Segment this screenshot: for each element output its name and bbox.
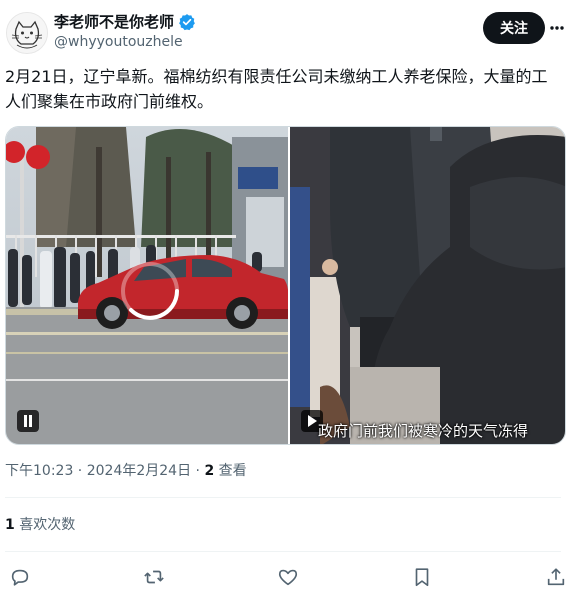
divider xyxy=(5,551,561,552)
verified-badge-icon[interactable] xyxy=(178,13,196,31)
video-player-1[interactable] xyxy=(6,127,288,444)
share-glyph xyxy=(547,568,565,586)
retweet-glyph xyxy=(144,570,164,584)
likes-row[interactable]: 1 喜欢次数 xyxy=(5,515,75,535)
tweet-header: 李老师不是你老师 @whyyoutouzhele 关注 xyxy=(0,0,566,60)
avatar[interactable] xyxy=(6,12,48,54)
author-display-name[interactable]: 李老师不是你老师 xyxy=(54,12,174,32)
retweet-icon[interactable] xyxy=(142,565,166,589)
follow-button[interactable]: 关注 xyxy=(483,12,545,44)
more-icon[interactable] xyxy=(550,18,564,38)
video-frame-street-scene xyxy=(6,127,288,444)
pause-icon xyxy=(24,415,32,427)
tweet-meta: 下午10:23 · 2024年2月24日 · 2 查看 xyxy=(5,461,247,481)
tweet-time[interactable]: 下午10:23 xyxy=(5,463,73,479)
video-frame-crowd-closeup xyxy=(290,127,565,444)
tweet-text: 2月21日，辽宁阜新。福棉纺织有限责任公司未缴纳工人养老保险，大量的工人们聚集在… xyxy=(5,67,548,111)
views-count: 2 xyxy=(204,463,215,479)
reply-icon[interactable] xyxy=(8,565,32,589)
name-row: 李老师不是你老师 xyxy=(54,12,196,32)
likes-count: 1 xyxy=(5,517,15,533)
more-dots-icon xyxy=(550,26,564,30)
play-icon xyxy=(308,415,317,427)
divider xyxy=(5,497,561,498)
views-label: 查看 xyxy=(214,463,247,479)
share-icon[interactable] xyxy=(544,565,566,589)
bookmark-icon[interactable] xyxy=(410,565,434,589)
heart-glyph xyxy=(278,569,298,586)
reply-glyph xyxy=(11,569,29,586)
media-grid: 政府门前我们被寒冷的天气冻得 xyxy=(5,126,566,445)
bookmark-glyph xyxy=(415,568,429,587)
video-subtitle: 政府门前我们被寒冷的天气冻得 xyxy=(318,422,529,440)
author-handle[interactable]: @whyyoutouzhele xyxy=(54,33,183,51)
likes-label: 喜欢次数 xyxy=(14,517,76,533)
tweet-date[interactable]: 2024年2月24日 xyxy=(87,463,191,479)
action-bar xyxy=(0,562,566,592)
meta-separator: · xyxy=(191,463,205,479)
avatar-cat-sketch-icon xyxy=(7,13,47,53)
meta-separator: · xyxy=(73,463,87,479)
pause-button[interactable] xyxy=(17,410,39,432)
video-player-2[interactable]: 政府门前我们被寒冷的天气冻得 xyxy=(290,127,565,444)
heart-icon[interactable] xyxy=(276,565,300,589)
